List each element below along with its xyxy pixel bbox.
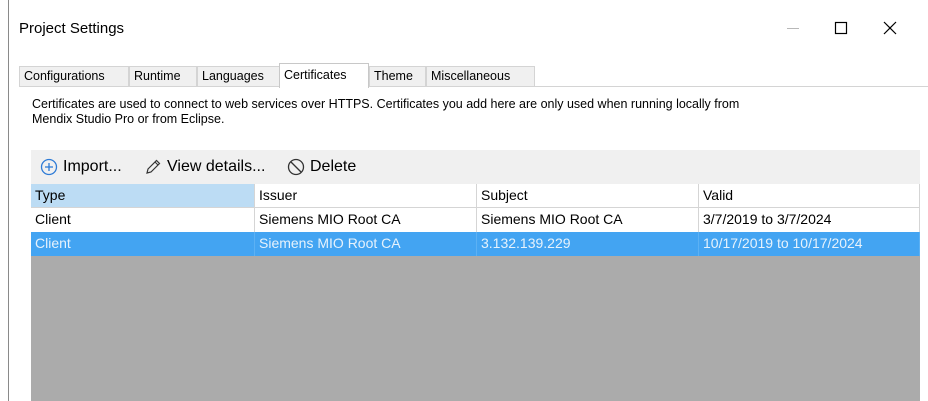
title-bar[interactable]: Project Settings: [0, 0, 928, 56]
minimize-icon: [787, 28, 799, 29]
view-details-button[interactable]: View details...: [143, 157, 265, 177]
close-icon: [883, 21, 897, 35]
cell-type: Client: [31, 232, 255, 256]
no-entry-icon: [286, 157, 306, 177]
tab-certificates[interactable]: Certificates: [279, 63, 369, 88]
maximize-button[interactable]: [818, 12, 864, 44]
delete-label: Delete: [310, 158, 357, 175]
column-header-subject[interactable]: Subject: [477, 184, 699, 208]
column-header-valid[interactable]: Valid: [699, 184, 920, 208]
import-label: Import...: [63, 158, 122, 175]
tab-languages[interactable]: Languages: [197, 66, 280, 86]
import-button[interactable]: Import...: [39, 157, 122, 177]
table-row-selected[interactable]: Client Siemens MIO Root CA 3.132.139.229…: [31, 232, 920, 256]
tab-panel-border: [19, 86, 928, 87]
tab-configurations[interactable]: Configurations: [19, 66, 129, 86]
pencil-icon: [143, 157, 163, 177]
column-header-type[interactable]: Type: [31, 184, 255, 208]
window-left-border: [8, 0, 9, 401]
cell-valid: 10/17/2019 to 10/17/2024: [699, 232, 920, 256]
minimize-button[interactable]: [770, 12, 816, 44]
close-button[interactable]: [867, 12, 913, 44]
cell-subject: Siemens MIO Root CA: [477, 208, 699, 232]
view-details-label: View details...: [167, 158, 266, 175]
plus-circle-icon: [39, 157, 59, 177]
certificates-description: Certificates are used to connect to web …: [32, 97, 912, 127]
cell-issuer: Siemens MIO Root CA: [255, 208, 477, 232]
cell-type: Client: [31, 208, 255, 232]
table-row[interactable]: Client Siemens MIO Root CA Siemens MIO R…: [31, 208, 920, 232]
certificates-toolbar: Import... View details... Delete: [31, 150, 920, 184]
certificates-table[interactable]: Type Issuer Subject Valid Client Siemens…: [31, 184, 920, 401]
tab-miscellaneous[interactable]: Miscellaneous: [426, 66, 535, 86]
column-header-issuer[interactable]: Issuer: [255, 184, 477, 208]
tab-runtime[interactable]: Runtime: [129, 66, 197, 86]
cell-issuer: Siemens MIO Root CA: [255, 232, 477, 256]
description-line-2: Mendix Studio Pro or from Eclipse.: [32, 112, 225, 126]
maximize-icon: [834, 21, 848, 35]
description-line-1: Certificates are used to connect to web …: [32, 97, 740, 111]
cell-valid: 3/7/2019 to 3/7/2024: [699, 208, 920, 232]
project-settings-window: Project Settings Configurations Runtime …: [0, 0, 928, 401]
cell-subject: 3.132.139.229: [477, 232, 699, 256]
window-title: Project Settings: [19, 20, 125, 37]
table-header-row: Type Issuer Subject Valid: [31, 184, 920, 208]
delete-button[interactable]: Delete: [286, 157, 356, 177]
tab-theme[interactable]: Theme: [369, 66, 426, 86]
